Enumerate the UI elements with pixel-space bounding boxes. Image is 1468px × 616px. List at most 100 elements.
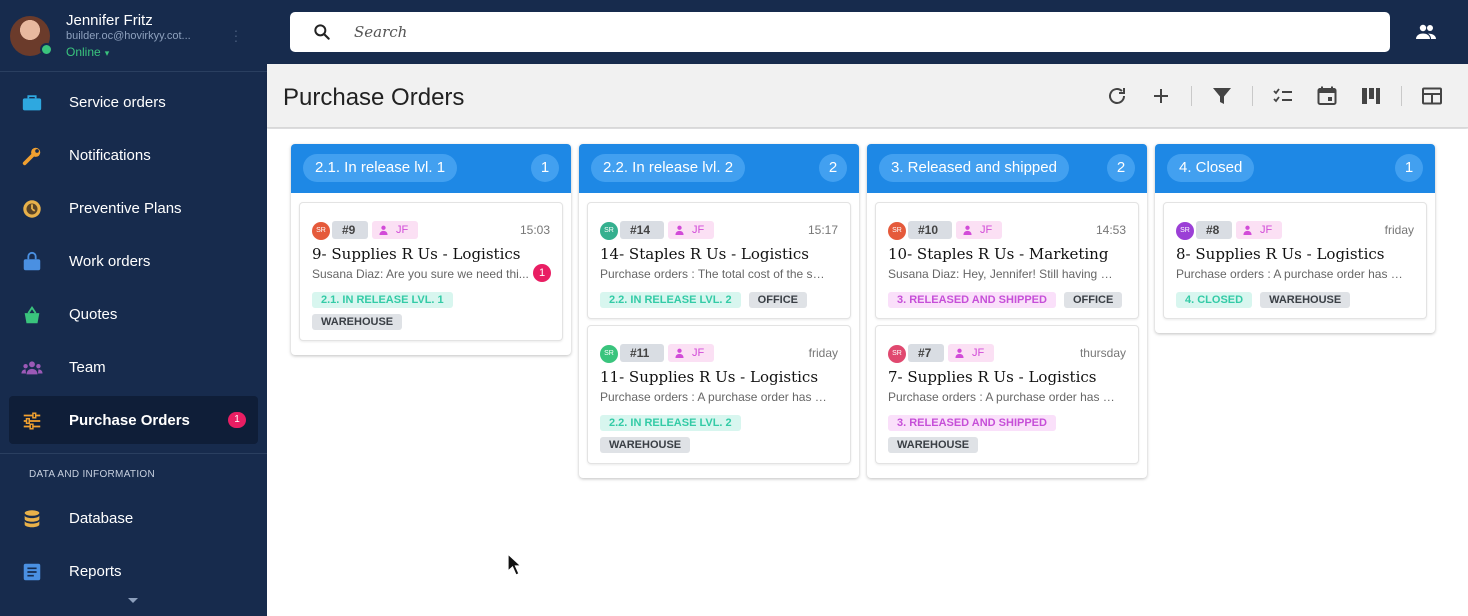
purchase-order-card[interactable]: SR #11 JF friday 11- Supplies R Us - Log… — [587, 325, 851, 464]
location-tag: WAREHOUSE — [312, 314, 403, 330]
card-description: Purchase orders : The total cost of the … — [600, 267, 829, 281]
user-profile[interactable]: Jennifer Fritz builder.oc@hovirkyy.cot..… — [0, 0, 267, 72]
kanban-column: 3. Released and shipped 2 SR #10 JF 14:5… — [867, 144, 1147, 478]
sidebar-item-preventive-plans[interactable]: Preventive Plans — [9, 184, 258, 232]
location-tag: WAREHOUSE — [600, 437, 691, 453]
refresh-icon[interactable] — [1105, 84, 1129, 108]
card-title: 8- Supplies R Us - Logistics — [1176, 245, 1385, 263]
card-tags: 2.1. IN RELEASE LVL. 1 WAREHOUSE — [312, 292, 550, 340]
user-name: Jennifer Fritz — [66, 12, 153, 29]
search-bar[interactable] — [290, 12, 1390, 52]
purchase-order-card[interactable]: SR #8 JF friday 8- Supplies R Us - Logis… — [1163, 202, 1427, 319]
notification-badge: 1 — [228, 412, 246, 428]
page-header: Purchase Orders — [267, 64, 1468, 128]
column-body: SR #10 JF 14:53 10- Staples R Us - Marke… — [867, 193, 1147, 478]
card-description: Purchase orders : A purchase order has b… — [600, 390, 829, 404]
table-icon[interactable] — [1420, 84, 1444, 108]
card-description: Purchase orders : A purchase order has b… — [888, 390, 1117, 404]
assignee-chip[interactable]: JF — [372, 221, 418, 239]
section-title: DATA AND INFORMATION — [29, 469, 156, 480]
avatar: SR — [888, 345, 906, 363]
card-description: Susana Diaz: Hey, Jennifer! Still having… — [888, 267, 1117, 281]
purchase-order-card[interactable]: SR #10 JF 14:53 10- Staples R Us - Marke… — [875, 202, 1139, 319]
user-status-label: Online — [66, 45, 101, 59]
avatar: SR — [888, 222, 906, 240]
assignee-chip[interactable]: JF — [956, 221, 1002, 239]
card-title: 14- Staples R Us - Logistics — [600, 245, 809, 263]
card-meta: SR #8 JF friday — [1176, 221, 1414, 241]
order-number-chip: #14 — [620, 221, 664, 239]
card-tags: 3. RELEASED AND SHIPPED OFFICE — [888, 292, 1126, 318]
kanban-column: 4. Closed 1 SR #8 JF friday 8- Supplies … — [1155, 144, 1435, 333]
card-meta: SR #14 JF 15:17 — [600, 221, 838, 241]
assignee-chip[interactable]: JF — [668, 344, 714, 362]
sliders-icon — [23, 412, 41, 430]
sidebar-item-purchase-orders[interactable]: Purchase Orders 1 — [9, 396, 258, 444]
filter-icon[interactable] — [1210, 84, 1234, 108]
status-tag: 2.1. IN RELEASE LVL. 1 — [312, 292, 453, 308]
status-tag: 4. CLOSED — [1176, 292, 1253, 308]
user-status-dropdown[interactable]: Online ▾ — [66, 45, 109, 59]
sidebar-item-work-orders[interactable]: Work orders — [9, 237, 258, 285]
online-status-dot — [40, 43, 53, 56]
sidebar-item-quotes[interactable]: Quotes — [9, 290, 258, 338]
purchase-order-card[interactable]: SR #7 JF thursday 7- Supplies R Us - Log… — [875, 325, 1139, 464]
kanban-icon[interactable] — [1359, 84, 1383, 108]
more-vertical-icon[interactable]: · · · — [233, 23, 239, 47]
column-count-badge: 1 — [531, 154, 559, 182]
assignee-chip[interactable]: JF — [948, 344, 994, 362]
status-tag: 2.2. IN RELEASE LVL. 2 — [600, 292, 741, 308]
assignee-chip[interactable]: JF — [1236, 221, 1282, 239]
search-input[interactable] — [354, 20, 1254, 44]
sidebar-item-reports[interactable]: Reports — [9, 547, 258, 595]
card-description: Purchase orders : A purchase order has b… — [1176, 267, 1405, 281]
purchase-order-card[interactable]: SR #14 JF 15:17 14- Staples R Us - Logis… — [587, 202, 851, 319]
group-icon — [21, 361, 43, 375]
card-time: friday — [1384, 223, 1414, 237]
location-tag: OFFICE — [748, 292, 808, 308]
card-time: 15:03 — [519, 223, 550, 237]
card-tags: 3. RELEASED AND SHIPPED WAREHOUSE — [888, 415, 1126, 463]
column-header[interactable]: 2.2. In release lvl. 2 2 — [579, 144, 859, 193]
sidebar-item-service-orders[interactable]: Service orders — [9, 78, 258, 126]
avatar: SR — [1176, 222, 1194, 240]
column-header[interactable]: 2.1. In release lvl. 1 1 — [291, 144, 571, 193]
person-icon — [963, 225, 972, 235]
column-header[interactable]: 4. Closed 1 — [1155, 144, 1435, 193]
clock-icon — [23, 200, 41, 218]
card-time: 15:17 — [807, 223, 838, 237]
briefcase-icon — [22, 95, 42, 111]
person-icon — [675, 225, 684, 235]
kanban-board: 2.1. In release lvl. 1 1 SR #9 JF 15:03 … — [267, 129, 1468, 616]
order-number-chip: #8 — [1196, 221, 1232, 239]
sidebar-item-notifications[interactable]: Notifications — [9, 131, 258, 179]
status-tag: 2.2. IN RELEASE LVL. 2 — [600, 415, 741, 431]
checklist-icon[interactable] — [1271, 84, 1295, 108]
sidebar-item-team[interactable]: Team — [9, 343, 258, 391]
order-number-chip: #11 — [620, 344, 664, 362]
sidebar-item-label: Quotes — [69, 306, 118, 323]
location-tag: WAREHOUSE — [1260, 292, 1351, 308]
card-title: 7- Supplies R Us - Logistics — [888, 368, 1097, 386]
card-time: thursday — [1079, 346, 1126, 360]
people-icon[interactable] — [1414, 20, 1438, 44]
card-meta: SR #10 JF 14:53 — [888, 221, 1126, 241]
toolbar-divider — [1191, 86, 1192, 106]
column-title: 4. Closed — [1167, 154, 1255, 182]
card-title: 11- Supplies R Us - Logistics — [600, 368, 819, 386]
column-count-badge: 2 — [1107, 154, 1135, 182]
add-icon[interactable] — [1149, 84, 1173, 108]
assignee-chip[interactable]: JF — [668, 221, 714, 239]
card-meta: SR #9 JF 15:03 — [312, 221, 550, 241]
purchase-order-card[interactable]: SR #9 JF 15:03 9- Supplies R Us - Logist… — [299, 202, 563, 341]
assignee-initials: JF — [972, 347, 985, 359]
scroll-down-icon[interactable] — [128, 598, 138, 603]
calendar-icon[interactable] — [1315, 84, 1339, 108]
database-icon — [24, 510, 40, 528]
card-time: friday — [808, 346, 838, 360]
assignee-initials: JF — [980, 224, 993, 236]
sidebar-item-label: Purchase Orders — [69, 412, 190, 429]
card-tags: 2.2. IN RELEASE LVL. 2 WAREHOUSE — [600, 415, 838, 463]
column-header[interactable]: 3. Released and shipped 2 — [867, 144, 1147, 193]
sidebar-item-database[interactable]: Database — [9, 494, 258, 542]
